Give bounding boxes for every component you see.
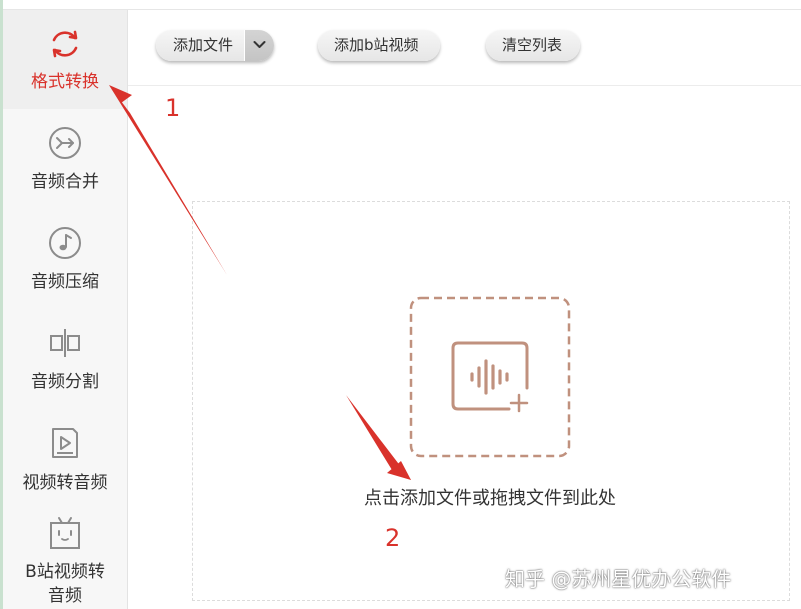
app-window: 格式转换 音频合并 音频压缩 音频分割 视频转音频 B站视频转 音频 添加文件 … — [0, 0, 801, 609]
annotation-arrows — [109, 85, 411, 480]
step-number-1: 1 — [165, 94, 181, 122]
annotation-arrowhead-1 — [109, 85, 132, 103]
step-number-2: 2 — [385, 524, 401, 552]
watermark: 知乎 @苏州星优办公软件 — [505, 567, 732, 591]
